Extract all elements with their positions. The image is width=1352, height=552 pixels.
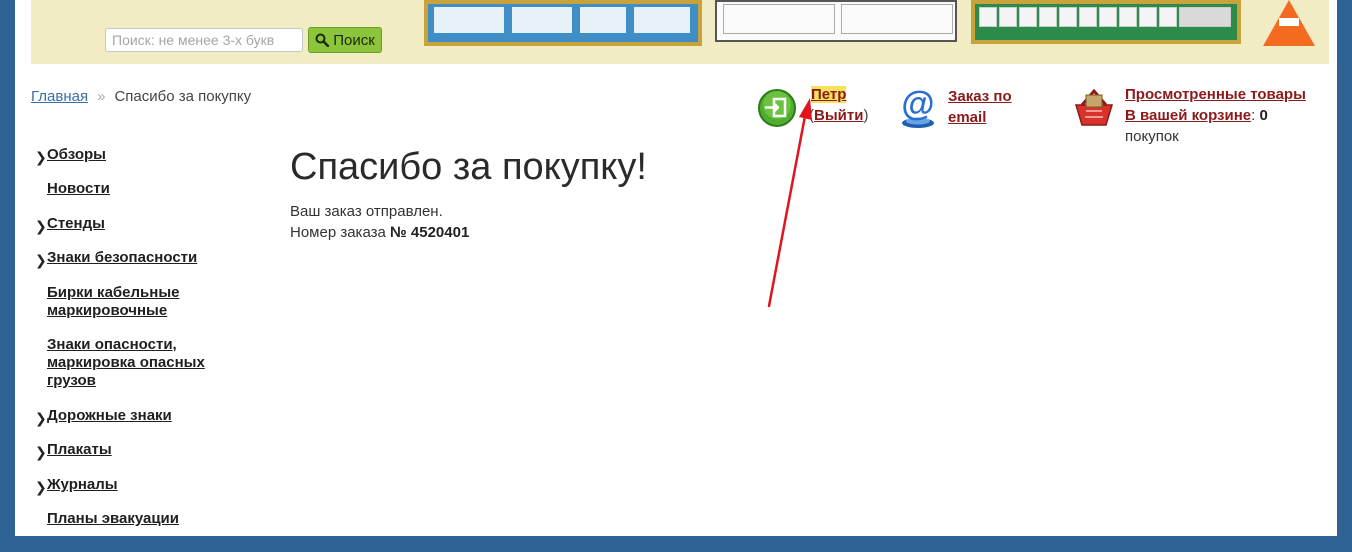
email-order-link[interactable]: Заказ по email [948, 86, 1030, 128]
order-number-line: Номер заказа № 4520401 [290, 224, 470, 241]
breadcrumb-home-link[interactable]: Главная [31, 88, 88, 105]
sidebar-link[interactable]: Знаки безопасности [47, 249, 232, 267]
user-name-link[interactable]: Петр [811, 86, 847, 103]
svg-text:@: @ [901, 85, 934, 123]
sidebar-link[interactable]: Дорожные знаки [47, 407, 232, 425]
search-input[interactable] [105, 28, 303, 52]
order-number: № 4520401 [390, 224, 470, 241]
sidebar-link[interactable]: Знаки опасности, маркировка опасных груз… [47, 336, 232, 390]
logout-icon[interactable] [757, 88, 797, 128]
viewed-products-link[interactable]: Просмотренные товары [1125, 86, 1306, 103]
search-button-label: Поиск [333, 31, 375, 49]
chevron-right-icon[interactable]: ❯ [35, 218, 47, 235]
logout-link[interactable]: Выйти [814, 107, 863, 124]
chevron-right-icon[interactable]: ❯ [35, 252, 47, 269]
search-button[interactable]: Поиск [308, 27, 382, 53]
chevron-right-icon[interactable]: ❯ [35, 410, 47, 427]
order-status-text: Ваш заказ отправлен. [290, 203, 443, 220]
logout-line: (Выйти) [809, 107, 869, 124]
email-at-icon[interactable]: @ [898, 85, 938, 129]
shopping-basket-icon[interactable] [1072, 85, 1116, 129]
cart-link[interactable]: В вашей корзине [1125, 107, 1251, 124]
cart-count-unit: покупок [1125, 128, 1179, 145]
sidebar-link[interactable]: Новости [47, 180, 232, 198]
chevron-right-icon[interactable]: ❯ [35, 149, 47, 166]
chevron-right-icon[interactable]: ❯ [35, 479, 47, 496]
sidebar-link[interactable]: Планы эвакуации [47, 510, 232, 528]
breadcrumb: Главная » Спасибо за покупку [31, 88, 251, 105]
page: Поиск Главная » Спасибо за покупку Петр (В… [15, 0, 1337, 536]
cart-status: В вашей корзине: 0 [1125, 107, 1268, 124]
banner-poster-image [715, 0, 957, 42]
banner-poster-image [971, 0, 1241, 44]
breadcrumb-separator: » [97, 88, 106, 105]
breadcrumb-current: Спасибо за покупку [114, 88, 252, 105]
sidebar-link[interactable]: Стенды [47, 215, 232, 233]
sidebar-link[interactable]: Плакаты [47, 441, 232, 459]
banner-poster-image [424, 0, 702, 46]
sidebar-link[interactable]: Бирки кабельные маркировочные [47, 284, 232, 320]
search-icon [315, 33, 330, 47]
header-banner: Поиск [31, 0, 1329, 64]
page-title: Спасибо за покупку! [290, 146, 647, 188]
sidebar-link[interactable]: Обзоры [47, 146, 232, 164]
chevron-right-icon[interactable]: ❯ [35, 444, 47, 461]
cart-count: 0 [1259, 107, 1268, 124]
sidebar-link[interactable]: Журналы [47, 476, 232, 494]
traffic-cone-stripe [1279, 18, 1299, 26]
